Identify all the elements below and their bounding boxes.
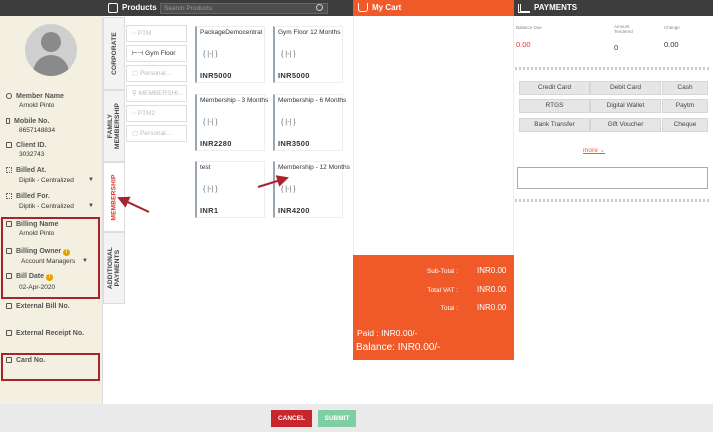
subcategory-membership[interactable]: ⚲ MEMBERSHI... <box>126 85 187 102</box>
change-value: 0.00 <box>664 40 679 49</box>
products-title: Products <box>122 3 157 12</box>
pay-paytm-button[interactable]: Paytm <box>662 99 708 113</box>
cart-title: My Cart <box>372 3 402 12</box>
billed-for-block[interactable]: Billed For. Diptik - Centralized ▼ <box>6 193 98 210</box>
footer-bar <box>0 404 713 432</box>
pay-cheque-button[interactable]: Cheque <box>662 118 708 132</box>
bill-date[interactable]: 02-Apr-2020 <box>19 284 55 291</box>
id-card-icon <box>6 142 12 148</box>
pay-debit-card-button[interactable]: Debit Card <box>590 81 661 95</box>
box-icon <box>108 3 118 13</box>
member-panel-header <box>0 0 103 16</box>
caret-down-icon: ▼ <box>82 258 88 264</box>
balance-line: Balance: INR0.00/- <box>356 342 441 353</box>
pay-gift-voucher-button[interactable]: Gift Voucher <box>590 118 661 132</box>
caret-down-icon: ▼ <box>88 203 94 209</box>
user-icon <box>6 93 12 99</box>
pay-credit-card-button[interactable]: Credit Card <box>519 81 590 95</box>
dumbbell-icon: { |-| } <box>281 119 296 126</box>
search-input[interactable]: Search Products <box>160 3 328 14</box>
subcategory-gym-floor[interactable]: ⊢⊣ Gym Floor <box>126 45 187 62</box>
product-card[interactable]: Membership - 6 Months { |-| } INR3500 <box>273 94 346 151</box>
annotation-arrows <box>117 175 289 213</box>
pay-rtgs-button[interactable]: RTGS <box>519 99 590 113</box>
amount-tendered-value[interactable]: 0 <box>614 43 618 52</box>
change-label: Change <box>664 25 680 30</box>
submit-button[interactable]: SUBMIT <box>318 410 356 427</box>
balance-due-value: 0.00 <box>516 40 531 49</box>
vat-label: Total VAT : <box>427 287 458 294</box>
card-number-field[interactable]: Card No. <box>6 357 45 364</box>
calendar-icon <box>6 248 12 254</box>
calendar-icon <box>6 273 12 279</box>
grid-icon <box>6 167 12 173</box>
client-block: Client ID. 3032743 <box>6 142 46 158</box>
amount-tendered-label: Amount Tendered <box>614 24 633 34</box>
client-id: 3032743 <box>19 151 45 158</box>
dumbbell-icon: { |-| } <box>203 119 218 126</box>
tab-family-membership[interactable]: FAMILY MEMBERSHIP <box>103 90 125 162</box>
payment-note-input[interactable] <box>517 167 708 189</box>
cart-items <box>353 16 514 255</box>
pay-bank-transfer-button[interactable]: Bank Transfer <box>519 118 590 132</box>
product-card[interactable]: PackageDemocentral { |-| } INR5000 <box>195 26 265 83</box>
calendar-icon <box>6 221 12 227</box>
arrow-to-product <box>257 175 289 188</box>
vat-value: INR0.00 <box>477 285 507 294</box>
pay-digital-wallet-button[interactable]: Digital Wallet <box>590 99 661 113</box>
subcategory-personal-2[interactable]: ▢ Personal... <box>126 125 187 142</box>
paid-line: Paid : INR0.00/- <box>357 328 418 338</box>
billed-for-select[interactable]: Diptik - Centralized ▼ <box>19 203 98 210</box>
billed-at-select[interactable]: Diptik - Centralized ▼ <box>19 177 98 184</box>
search-icon[interactable] <box>316 4 323 11</box>
money-icon <box>518 4 530 13</box>
subcategory-ptm[interactable]: ○ PTM <box>126 25 187 42</box>
tab-corporate[interactable]: CORPORATE <box>103 17 125 90</box>
product-card[interactable]: Gym Floor 12 Months { |-| } INR5000 <box>273 26 343 83</box>
billing-name-block: Billing Name Arnold Pinto <box>6 221 58 237</box>
arrow-to-membership-tab <box>117 196 150 213</box>
subcategory-ptm2[interactable]: ○ PTM2 <box>126 105 187 122</box>
calendar-icon <box>6 330 12 336</box>
billed-at-block[interactable]: Billed At. Diptik - Centralized ▼ <box>6 167 98 184</box>
pay-cash-button[interactable]: Cash <box>662 81 708 95</box>
avatar <box>25 24 77 76</box>
subcategory-personal[interactable]: ▢ Personal... <box>126 65 187 82</box>
mobile-number: 8657148834 <box>19 127 56 134</box>
bill-date-block[interactable]: Bill Date! 02-Apr-2020 <box>6 273 55 291</box>
external-bill-field[interactable]: External Bill No. <box>6 303 70 310</box>
calendar-icon <box>6 357 12 363</box>
info-icon[interactable]: ! <box>46 274 54 281</box>
member-name-block: Member Name Arnold Pinto <box>6 93 64 109</box>
more-link[interactable]: more ⌄ <box>583 146 605 154</box>
billing-owner-select[interactable]: Account Managers ▼ <box>21 258 98 265</box>
subtotal-label: Sub-Total : <box>426 268 458 275</box>
dumbbell-icon: ⊢⊣ <box>132 50 146 57</box>
mobile-block: Mobile No. 8657148834 <box>6 118 55 134</box>
member-name: Arnold Pinto <box>19 102 55 109</box>
cancel-button[interactable]: CANCEL <box>271 410 312 427</box>
grid-icon <box>6 193 12 199</box>
divider <box>515 67 711 70</box>
divider <box>515 199 711 202</box>
payments-title: PAYMENTS <box>534 3 578 12</box>
tab-additional-payments[interactable]: ADDITIONAL PAYMENTS <box>103 232 125 304</box>
dumbbell-icon: { |-| } <box>203 51 218 58</box>
phone-icon <box>6 118 10 124</box>
cart-icon <box>358 3 368 12</box>
info-icon[interactable]: ! <box>63 249 71 256</box>
external-receipt-field[interactable]: External Receipt No. <box>6 330 84 337</box>
balance-due-label: Balance Due <box>516 25 542 30</box>
chevron-down-icon: ⌄ <box>599 147 606 154</box>
total-value: INR0.00 <box>477 303 507 312</box>
calendar-icon <box>6 303 12 309</box>
dumbbell-icon: { |-| } <box>281 51 296 58</box>
caret-down-icon: ▼ <box>88 177 94 183</box>
figure-icon: ⚲ <box>132 90 139 97</box>
billing-owner-block[interactable]: Billing Owner! Account Managers ▼ <box>6 248 98 265</box>
subtotal-value: INR0.00 <box>477 266 507 275</box>
billing-name: Arnold Pinto <box>19 230 55 237</box>
total-label: Total : <box>440 305 458 312</box>
product-card[interactable]: Membership - 3 Months { |-| } INR2280 <box>195 94 268 151</box>
